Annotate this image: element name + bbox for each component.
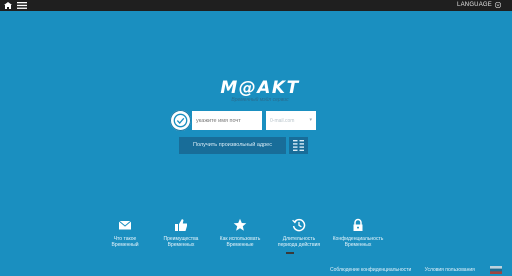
chevron-down-icon: ▾: [309, 117, 312, 123]
feature-label: Временный: [111, 242, 139, 248]
privacy-link[interactable]: Соблюдение конфиденциальности: [330, 267, 411, 273]
terms-link[interactable]: Условия пользования: [425, 267, 475, 273]
feature-label: Временные: [226, 242, 254, 248]
settings-button[interactable]: [289, 137, 308, 154]
random-address-button[interactable]: Получить произвольный адрес: [179, 137, 286, 154]
chevron-down-icon[interactable]: [495, 2, 501, 8]
feature-what-is[interactable]: Что такое Временный: [95, 218, 155, 252]
scroll-marker: [286, 252, 294, 254]
footer-links: Соблюдение конфиденциальности Условия по…: [330, 267, 487, 273]
hamburger-icon[interactable]: [17, 2, 27, 9]
feature-label: Временных: [344, 242, 372, 248]
lock-icon: [353, 218, 363, 231]
top-bar: LANGUAGE: [0, 0, 512, 11]
domain-value: 0-mail.com: [270, 118, 295, 124]
history-icon: [292, 218, 306, 232]
envelope-icon: [118, 220, 132, 230]
logo-subtitle: Временный мэйл сервис: [231, 97, 289, 103]
feature-how-to-use[interactable]: Как использовать Временные: [210, 218, 270, 252]
check-button[interactable]: [170, 110, 191, 131]
feature-advantages[interactable]: Преимущества Временных: [151, 218, 211, 252]
feature-label: периода действия: [277, 242, 321, 248]
grid-settings-icon: [293, 140, 304, 151]
home-icon[interactable]: [4, 2, 12, 9]
domain-select[interactable]: 0-mail.com ▾: [266, 111, 316, 130]
email-form: 0-mail.com ▾: [170, 110, 316, 131]
feature-duration[interactable]: Длительность периода действия: [269, 218, 329, 252]
language-selector[interactable]: LANGUAGE: [457, 1, 492, 10]
logo-text: M@AKT: [220, 78, 300, 98]
star-icon: [233, 218, 247, 231]
check-circle-icon: [173, 113, 188, 128]
flag-icon[interactable]: [490, 266, 502, 274]
logo: M@AKT Временный мэйл сервис: [200, 79, 320, 107]
email-name-input[interactable]: [192, 111, 262, 130]
thumbs-up-icon: [175, 219, 187, 231]
feature-label: Временных: [167, 242, 195, 248]
feature-privacy[interactable]: Конфиденциальность Временных: [328, 218, 388, 252]
